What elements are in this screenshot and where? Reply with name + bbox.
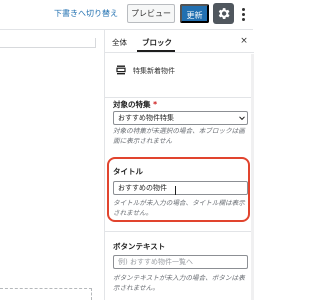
active-tab-indicator: [137, 50, 175, 52]
editor-toolbar: 下書きへ切り替え プレビュー 更新: [0, 0, 253, 30]
content-block-top[interactable]: [0, 38, 96, 48]
title-help-text: タイトルが未入力の場合、タイトル欄は表示されません。: [113, 199, 245, 217]
text-cursor: [175, 186, 176, 195]
content-block-bottom[interactable]: [0, 288, 92, 300]
settings-button[interactable]: [213, 3, 234, 24]
more-dots-icon-bottom: [242, 18, 245, 21]
button-text-label: ボタンテキスト: [113, 242, 166, 251]
feature-help-text: 対象の特集が未選択の場合、本ブロックは画面に表示されません: [113, 127, 245, 145]
block-card: 特集新着物件: [105, 54, 254, 98]
gear-icon: [218, 8, 230, 19]
settings-sidebar: 全体 ブロック × 特集新着物件 対象の特集 * おすすめ物件特集 対象の特集が…: [104, 30, 254, 300]
section-divider: [105, 231, 254, 232]
feature-label: 対象の特集 *: [113, 99, 157, 110]
update-button[interactable]: 更新: [180, 4, 209, 23]
button-text-input[interactable]: [113, 255, 248, 269]
list-block-icon: [116, 65, 126, 75]
title-input[interactable]: [113, 181, 248, 195]
block-title: 特集新着物件: [133, 67, 175, 75]
tab-block[interactable]: ブロック: [142, 37, 172, 48]
required-mark: *: [153, 100, 158, 109]
preview-button[interactable]: プレビュー: [127, 4, 175, 23]
chevron-down-icon: [239, 116, 245, 121]
sidebar-scrollbar[interactable]: [251, 54, 254, 300]
more-dots-icon-mid: [242, 13, 245, 16]
editor-canvas[interactable]: [0, 30, 104, 300]
feature-select[interactable]: おすすめ物件特集: [113, 111, 248, 125]
feature-label-text: 対象の特集: [113, 100, 151, 109]
switch-to-draft-link[interactable]: 下書きへ切り替え: [54, 8, 118, 19]
feature-select-value: おすすめ物件特集: [118, 114, 174, 122]
tab-document[interactable]: 全体: [112, 37, 127, 48]
more-options-button[interactable]: [239, 4, 249, 24]
sidebar-tabs: 全体 ブロック ×: [105, 30, 254, 53]
close-icon[interactable]: ×: [238, 35, 250, 47]
title-label: タイトル: [113, 167, 143, 176]
button-text-help-text: ボタンテキストが未入力の場合、ボタンは表示されません。: [113, 274, 245, 292]
more-dots-icon: [242, 8, 245, 11]
